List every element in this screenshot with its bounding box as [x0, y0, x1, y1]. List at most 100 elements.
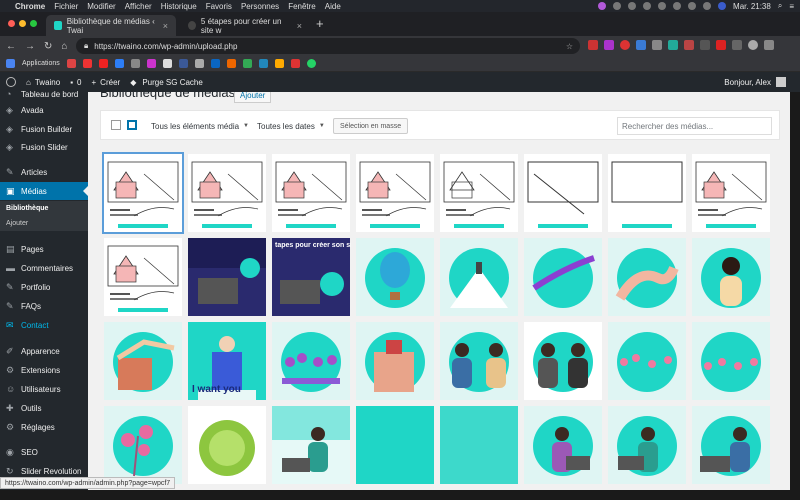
battery-icon[interactable] — [703, 2, 712, 10]
status-app-icon[interactable] — [628, 2, 637, 10]
menu-historique[interactable]: Historique — [161, 2, 197, 11]
adminbar-account[interactable]: Bonjour, Alex — [724, 77, 800, 87]
avatar[interactable] — [776, 77, 786, 87]
sidebar-item-articles[interactable]: ✎ Articles — [0, 163, 88, 181]
sidebar-item-contact[interactable]: ✉ Contact — [0, 316, 88, 334]
media-thumbnail-woman-portrait[interactable] — [692, 238, 770, 316]
bookmark-icon[interactable] — [114, 59, 124, 68]
media-thumbnail-bricks-hand[interactable] — [104, 322, 182, 400]
sidebar-item-apparence[interactable]: ✐ Apparence — [0, 342, 88, 360]
media-type-filter[interactable]: Tous les éléments média ▼ — [147, 118, 253, 134]
adminbar-purge-cache[interactable]: Purge SG Cache — [142, 78, 202, 87]
media-thumbnail-man-laptop[interactable] — [692, 406, 770, 484]
media-thumbnail-hot-air-balloon[interactable] — [356, 238, 434, 316]
media-search-input[interactable]: Rechercher des médias... — [617, 117, 772, 135]
media-thumbnail-sketch[interactable] — [440, 154, 518, 232]
date-filter[interactable]: Toutes les dates ▼ — [253, 118, 329, 134]
extension-icon[interactable] — [636, 40, 646, 50]
media-thumbnail-handshake[interactable] — [524, 322, 602, 400]
sidebar-item-medias[interactable]: ▣ Médias — [0, 182, 88, 200]
sidebar-item-portfolio[interactable]: ✎ Portfolio — [0, 278, 88, 296]
instagram-icon[interactable] — [146, 59, 156, 68]
tab-media-library[interactable]: Bibliothèque de médias ‹ Twai × — [46, 15, 176, 36]
extension-icon[interactable] — [652, 40, 662, 50]
extension-icon[interactable] — [684, 40, 694, 50]
media-thumbnail-meeting[interactable] — [440, 322, 518, 400]
sidebar-item-faqs[interactable]: ✎ FAQs — [0, 297, 88, 315]
sidebar-item-extensions[interactable]: ⚙ Extensions — [0, 361, 88, 379]
media-thumbnail-sketch[interactable] — [524, 154, 602, 232]
media-thumbnail-arrow-swoosh[interactable] — [524, 238, 602, 316]
media-thumbnail-sketch[interactable] — [188, 154, 266, 232]
menu-app-name[interactable]: Chrome — [15, 2, 45, 11]
linkedin-icon[interactable] — [210, 59, 220, 68]
flag-icon[interactable] — [718, 2, 727, 10]
extension-icon[interactable] — [604, 40, 614, 50]
grid-view-icon[interactable] — [127, 120, 137, 130]
media-thumbnail-woman-laptop[interactable] — [272, 406, 350, 484]
close-icon[interactable]: × — [297, 21, 302, 31]
sidebar-item-fusion-builder[interactable]: ◈ Fusion Builder — [0, 120, 88, 138]
media-thumbnail-sketch[interactable] — [356, 154, 434, 232]
sidebar-item-fusion-slider[interactable]: ◈ Fusion Slider — [0, 138, 88, 156]
window-zoom-button[interactable] — [30, 20, 37, 27]
window-minimize-button[interactable] — [19, 20, 26, 27]
close-icon[interactable]: × — [163, 21, 168, 31]
new-tab-button[interactable]: + — [316, 16, 324, 31]
youtube-icon[interactable] — [98, 59, 108, 68]
clock-icon[interactable] — [658, 2, 667, 10]
cloud-icon[interactable] — [643, 2, 652, 10]
reload-icon[interactable]: ↻ — [44, 41, 52, 52]
extension-icon[interactable] — [716, 40, 726, 50]
home-icon[interactable]: ⌂ — [61, 41, 67, 52]
wifi-icon[interactable] — [688, 2, 697, 10]
tab-5-etapes[interactable]: 5 étapes pour créer un site w × — [180, 15, 310, 36]
plus-icon[interactable]: + — [92, 78, 97, 87]
media-thumbnail-sketch[interactable] — [272, 154, 350, 232]
submenu-bibliotheque[interactable]: Bibliothèque — [6, 205, 48, 212]
bookmark-star-icon[interactable]: ☆ — [566, 42, 573, 51]
submenu-ajouter[interactable]: Ajouter — [6, 220, 28, 227]
menu-aide[interactable]: Aide — [325, 2, 341, 11]
bookmark-applications[interactable]: Applications — [22, 60, 60, 67]
media-thumbnail-road-person[interactable] — [440, 238, 518, 316]
menu-fenetre[interactable]: Fenêtre — [288, 2, 316, 11]
sg-cache-icon[interactable]: ◆ — [130, 78, 136, 87]
url-text[interactable]: https://twaino.com/wp-admin/upload.php — [94, 42, 237, 51]
list-view-icon[interactable] — [111, 120, 121, 130]
media-thumbnail-banner-laptop[interactable] — [272, 238, 350, 316]
sidebar-item-utilisateurs[interactable]: ☺ Utilisateurs — [0, 380, 88, 398]
extension-icon[interactable] — [700, 40, 710, 50]
media-thumbnail-flowers[interactable] — [692, 322, 770, 400]
sidebar-item-commentaires[interactable]: ▬ Commentaires — [0, 259, 88, 277]
clock-text[interactable]: Mar. 21:38 — [733, 2, 771, 11]
menu-favoris[interactable]: Favoris — [206, 2, 232, 11]
extension-icon[interactable] — [588, 40, 598, 50]
menu-modifier[interactable]: Modifier — [87, 2, 115, 11]
analytics-icon[interactable] — [274, 59, 284, 68]
media-thumbnail-teal-block[interactable] — [440, 406, 518, 484]
media-thumbnail-woman-desk[interactable] — [608, 406, 686, 484]
address-bar[interactable]: 🔒︎ https://twaino.com/wp-admin/upload.ph… — [76, 38, 580, 54]
media-thumbnail-flowers[interactable] — [272, 322, 350, 400]
bookmark-icon[interactable] — [162, 59, 172, 68]
facebook-icon[interactable] — [178, 59, 188, 68]
bookmark-icon[interactable] — [242, 59, 252, 68]
extension-icon[interactable] — [732, 40, 742, 50]
media-thumbnail-sketch[interactable] — [692, 154, 770, 232]
media-thumbnail-teal-block[interactable] — [356, 406, 434, 484]
media-thumbnail-sketch[interactable] — [608, 154, 686, 232]
menu-afficher[interactable]: Afficher — [125, 2, 152, 11]
status-app-icon[interactable] — [598, 2, 607, 10]
sidebar-item-outils[interactable]: ✚ Outils — [0, 399, 88, 417]
sidebar-item-pages[interactable]: ▤ Pages — [0, 240, 88, 258]
forward-icon[interactable]: → — [25, 41, 35, 52]
bookmark-icon[interactable] — [194, 59, 204, 68]
menu-fichier[interactable]: Fichier — [54, 2, 78, 11]
media-thumbnail-flowers[interactable] — [608, 322, 686, 400]
menu-personnes[interactable]: Personnes — [241, 2, 279, 11]
media-thumbnail-woman-laptop[interactable] — [524, 406, 602, 484]
sidebar-item-seo[interactable]: ◉ SEO — [0, 443, 88, 461]
sidebar-item-avada[interactable]: ◈ Avada — [0, 101, 88, 119]
extension-icon[interactable] — [668, 40, 678, 50]
